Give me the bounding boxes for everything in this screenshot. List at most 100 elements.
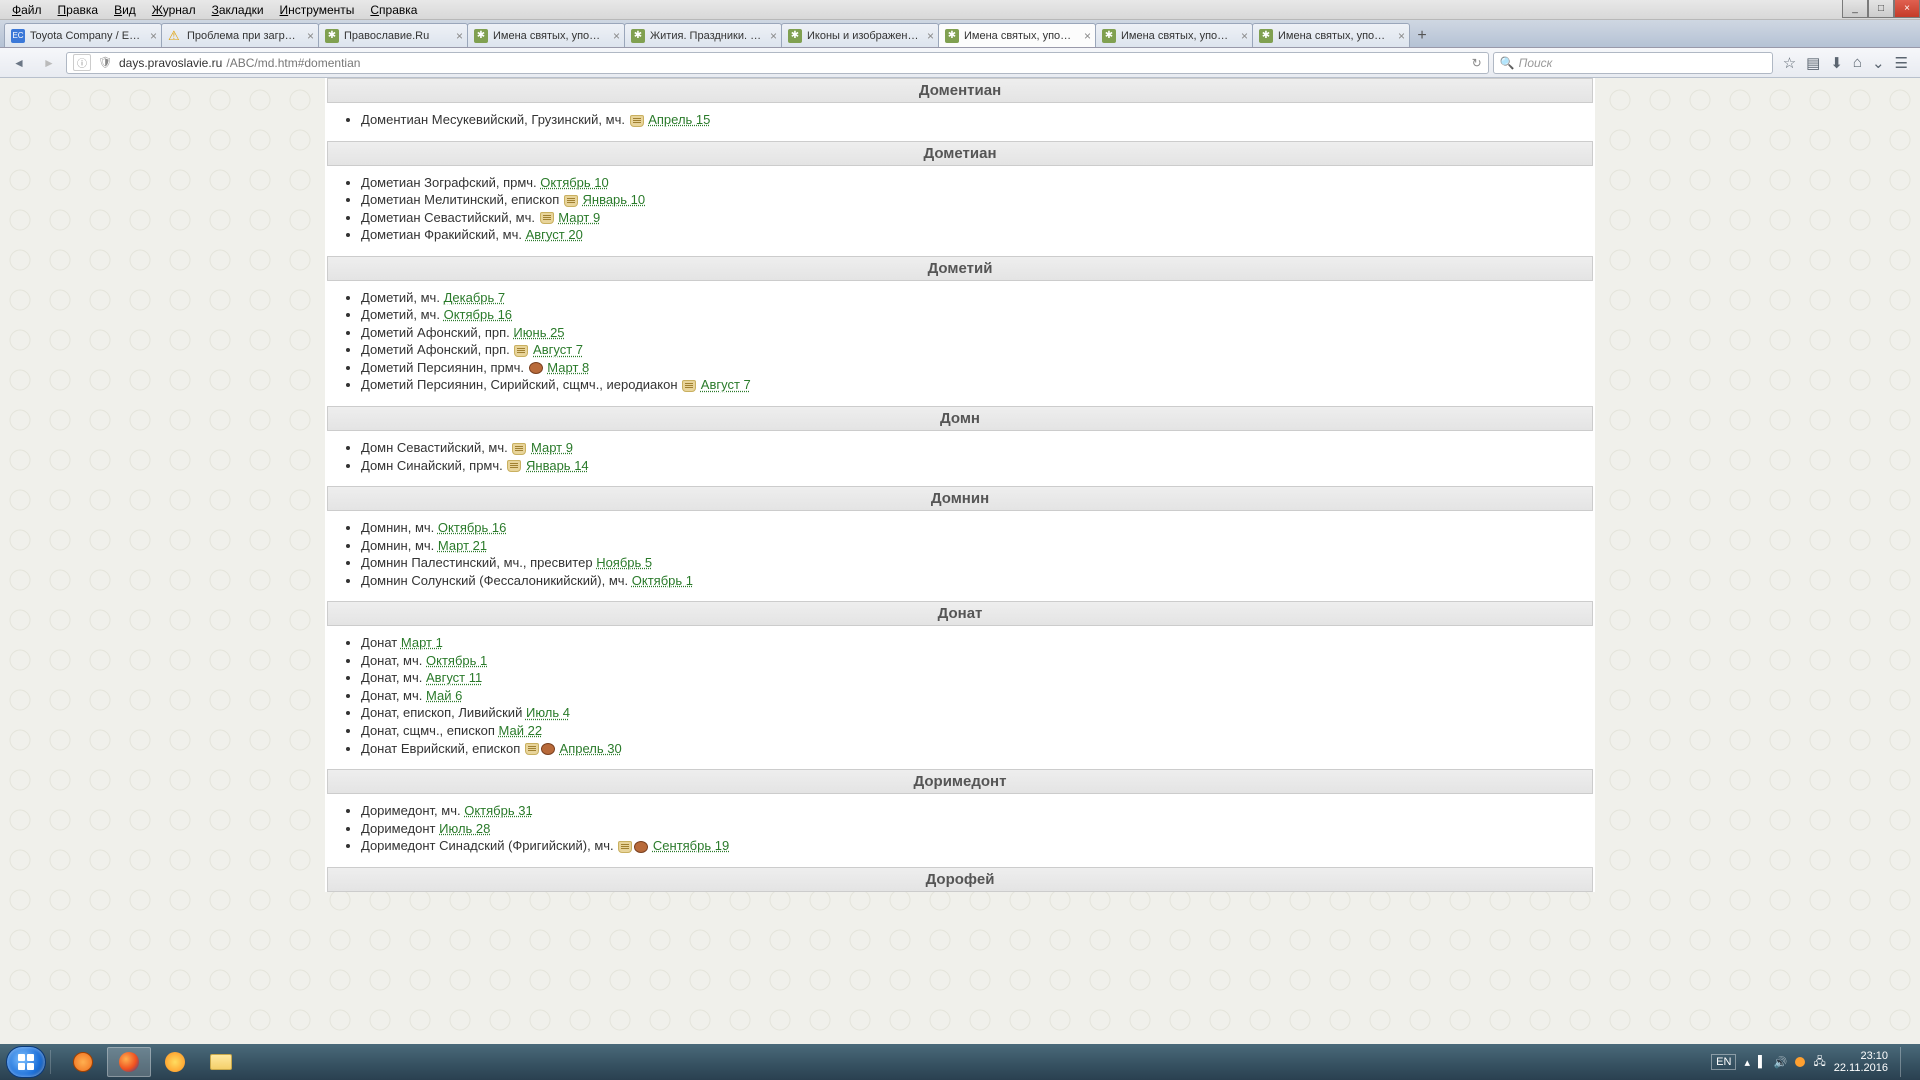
entry-date-link[interactable]: Октябрь 16 — [438, 520, 506, 535]
new-tab-button[interactable]: + — [1409, 25, 1435, 47]
tab-5[interactable]: ✱Иконы и изображения п...× — [781, 23, 939, 47]
menu-инструменты[interactable]: Инструменты — [272, 1, 363, 19]
entry-text: Дометий Персиянин, Сирийский, сщмч., иер… — [361, 377, 678, 392]
entry-date-link[interactable]: Июль 4 — [526, 705, 570, 720]
search-placeholder: Поиск — [1519, 56, 1553, 70]
tab-0[interactable]: ECToyota Company / Englis...× — [4, 23, 162, 47]
tab-close-icon[interactable]: × — [613, 29, 620, 43]
entry-text: Дометий Афонский, прп. — [361, 342, 510, 357]
entry-text: Донат Еврийский, епископ — [361, 741, 520, 756]
entry-date-link[interactable]: Май 22 — [499, 723, 543, 738]
entry-date-link[interactable]: Август 7 — [533, 342, 583, 357]
taskbar-firefox[interactable] — [107, 1047, 151, 1077]
entry-date-link[interactable]: Декабрь 7 — [444, 290, 506, 305]
entry-text: Дометиан Зографский, прмч. — [361, 175, 537, 190]
bookmark-star-icon[interactable]: ☆ — [1783, 54, 1796, 72]
tab-close-icon[interactable]: × — [1084, 29, 1091, 43]
entry-date-link[interactable]: Август 7 — [701, 377, 751, 392]
entry-date-link[interactable]: Октябрь 1 — [426, 653, 487, 668]
identity-icon[interactable]: ⓘ — [73, 54, 91, 71]
entry-date-link[interactable]: Октябрь 10 — [540, 175, 608, 190]
entry-date-link[interactable]: Октябрь 1 — [632, 573, 693, 588]
entry-date-link[interactable]: Сентябрь 19 — [653, 838, 729, 853]
entry-date-link[interactable]: Август 11 — [426, 670, 482, 685]
tab-6[interactable]: ✱Имена святых, упоминае...× — [938, 23, 1096, 47]
tab-close-icon[interactable]: × — [1398, 29, 1405, 43]
entry-text: Дометий, мч. — [361, 290, 440, 305]
tab-close-icon[interactable]: × — [927, 29, 934, 43]
tab-close-icon[interactable]: × — [456, 29, 463, 43]
entry-item: Доримедонт Июль 28 — [361, 820, 1593, 838]
scroll-icon — [682, 380, 696, 392]
menu-файл[interactable]: Файл — [4, 1, 50, 19]
reader-icon[interactable]: ▤ — [1806, 54, 1820, 72]
search-box[interactable]: 🔍 Поиск — [1493, 52, 1773, 74]
tab-3[interactable]: ✱Имена святых, упоминае...× — [467, 23, 625, 47]
entry-item: Донат, мч. Май 6 — [361, 687, 1593, 705]
downloads-icon[interactable]: ⬇ — [1830, 54, 1843, 72]
entry-date-link[interactable]: Октябрь 31 — [464, 803, 532, 818]
tab-close-icon[interactable]: × — [307, 29, 314, 43]
tab-4[interactable]: ✱Жития. Праздники. Икон...× — [624, 23, 782, 47]
site-favicon: ✱ — [325, 29, 339, 43]
menu-правка[interactable]: Правка — [50, 1, 107, 19]
entry-date-link[interactable]: Июль 28 — [439, 821, 490, 836]
entry-item: Дометий, мч. Декабрь 7 — [361, 289, 1593, 307]
language-indicator[interactable]: EN — [1711, 1054, 1736, 1070]
entry-date-link[interactable]: Апрель 15 — [648, 112, 710, 127]
start-button[interactable] — [6, 1046, 46, 1078]
entry-item: Дометиан Зографский, прмч. Октябрь 10 — [361, 174, 1593, 192]
clock[interactable]: 23:10 22.11.2016 — [1834, 1050, 1888, 1074]
entry-item: Дометий Персиянин, Сирийский, сщмч., иер… — [361, 376, 1593, 394]
maximize-button[interactable]: □ — [1868, 0, 1894, 18]
menu-журнал[interactable]: Журнал — [144, 1, 204, 19]
tab-close-icon[interactable]: × — [1241, 29, 1248, 43]
entry-date-link[interactable]: Октябрь 16 — [444, 307, 512, 322]
tab-close-icon[interactable]: × — [150, 29, 157, 43]
menu-справка[interactable]: Справка — [362, 1, 425, 19]
entry-date-link[interactable]: Ноябрь 5 — [596, 555, 652, 570]
pocket-icon[interactable]: ⌄ — [1872, 54, 1885, 72]
entries-list: Дометий, мч. Декабрь 7Дометий, мч. Октяб… — [327, 289, 1593, 394]
entry-date-link[interactable]: Январь 14 — [526, 458, 589, 473]
tab-8[interactable]: ✱Имена святых, упоминае...× — [1252, 23, 1410, 47]
entry-date-link[interactable]: Август 20 — [526, 227, 583, 242]
tray-network-icon[interactable]: 🖧 — [1813, 1053, 1825, 1072]
close-button[interactable]: × — [1894, 0, 1920, 18]
tab-close-icon[interactable]: × — [770, 29, 777, 43]
back-button[interactable]: ◄ — [6, 51, 32, 75]
section-header: Домн — [327, 406, 1593, 431]
entry-date-link[interactable]: Март 21 — [438, 538, 487, 553]
reload-button[interactable]: ↻ — [1472, 56, 1482, 70]
scroll-icon — [618, 841, 632, 853]
menu-закладки[interactable]: Закладки — [204, 1, 272, 19]
entry-date-link[interactable]: Январь 10 — [583, 192, 646, 207]
entry-item: Домнин, мч. Март 21 — [361, 537, 1593, 555]
entry-date-link[interactable]: Июнь 25 — [513, 325, 564, 340]
tab-1[interactable]: ⚠Проблема при загрузке ...× — [161, 23, 319, 47]
entry-item: Домн Севастийский, мч. Март 9 — [361, 439, 1593, 457]
entry-date-link[interactable]: Март 9 — [558, 210, 600, 225]
home-icon[interactable]: ⌂ — [1853, 54, 1862, 72]
entry-date-link[interactable]: Май 6 — [426, 688, 462, 703]
entry-date-link[interactable]: Март 8 — [547, 360, 589, 375]
tray-app-icon[interactable] — [1795, 1057, 1805, 1067]
tray-arrow-icon[interactable]: ▴ — [1744, 1056, 1750, 1069]
tab-7[interactable]: ✱Имена святых, упоминае...× — [1095, 23, 1253, 47]
entry-date-link[interactable]: Март 9 — [531, 440, 573, 455]
address-bar[interactable]: ⓘ 🛡 days.pravoslavie.ru/ABC/md.htm#domen… — [66, 52, 1489, 74]
taskbar-media-player[interactable] — [61, 1047, 105, 1077]
minimize-button[interactable]: _ — [1842, 0, 1868, 18]
forward-button[interactable]: ► — [36, 51, 62, 75]
menu-вид[interactable]: Вид — [106, 1, 144, 19]
entry-date-link[interactable]: Апрель 30 — [560, 741, 622, 756]
taskbar-weather[interactable] — [153, 1047, 197, 1077]
entry-item: Доримедонт, мч. Октябрь 31 — [361, 802, 1593, 820]
hamburger-menu-icon[interactable]: ☰ — [1895, 54, 1908, 72]
taskbar-explorer[interactable] — [199, 1047, 243, 1077]
show-desktop-button[interactable] — [1900, 1047, 1910, 1077]
tray-volume-icon[interactable]: 🔊 — [1774, 1056, 1788, 1069]
entry-date-link[interactable]: Март 1 — [401, 635, 443, 650]
tab-2[interactable]: ✱Православие.Ru× — [318, 23, 468, 47]
tray-flag-icon[interactable]: ▌ — [1758, 1056, 1766, 1068]
